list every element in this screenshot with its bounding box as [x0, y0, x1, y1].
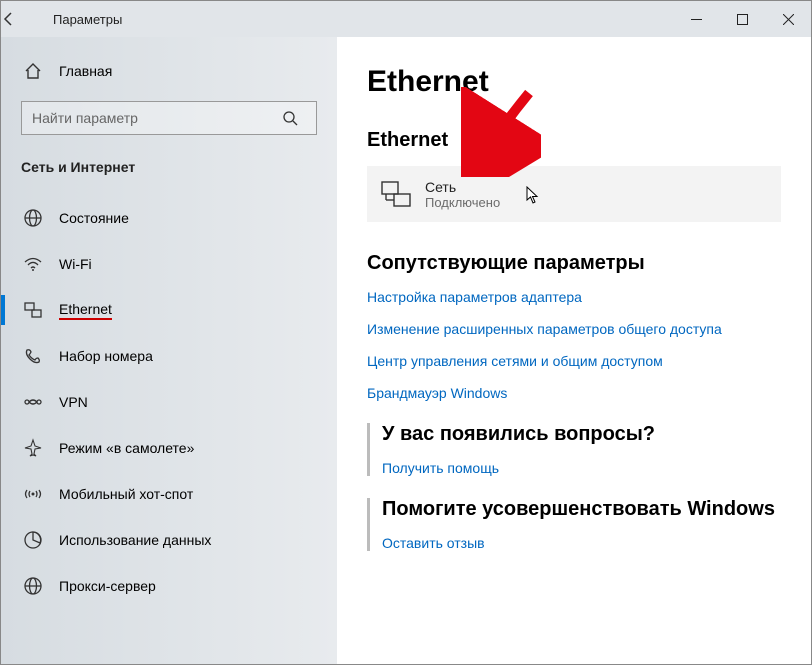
sidebar-item-ethernet[interactable]: Ethernet [1, 287, 337, 333]
section-title: Ethernet [367, 129, 781, 152]
help-heading: У вас появились вопросы? [382, 423, 781, 446]
sidebar-item-label: Использование данных [59, 532, 211, 548]
sidebar-item-label: Режим «в самолете» [59, 440, 194, 456]
search-box[interactable] [21, 101, 317, 135]
dialup-icon [21, 344, 45, 368]
connection-card[interactable]: Сеть Подключено [367, 166, 781, 222]
sidebar-item-datausage[interactable]: Использование данных [1, 517, 337, 563]
link-firewall[interactable]: Брандмауэр Windows [367, 385, 781, 401]
link-feedback[interactable]: Оставить отзыв [382, 535, 781, 551]
sidebar-item-label: Wi-Fi [59, 256, 92, 272]
link-network-center[interactable]: Центр управления сетями и общим доступом [367, 353, 781, 369]
minimize-button[interactable] [673, 1, 719, 37]
sidebar-item-label: VPN [59, 394, 88, 410]
sidebar-item-proxy[interactable]: Прокси-сервер [1, 563, 337, 609]
link-get-help[interactable]: Получить помощь [382, 460, 781, 476]
ethernet-icon [21, 298, 45, 322]
related-heading: Сопутствующие параметры [367, 252, 781, 275]
nav-list: Состояние Wi-Fi Ethernet Набор номера VP… [1, 195, 337, 609]
sidebar-item-airplane[interactable]: Режим «в самолете» [1, 425, 337, 471]
sidebar-item-dialup[interactable]: Набор номера [1, 333, 337, 379]
proxy-icon [21, 574, 45, 598]
ethernet-icon [381, 181, 411, 207]
feedback-section: Помогите усовершенствовать Windows Остав… [367, 498, 781, 551]
maximize-button[interactable] [719, 1, 765, 37]
wifi-icon [21, 252, 45, 276]
sidebar-item-status[interactable]: Состояние [1, 195, 337, 241]
close-button[interactable] [765, 1, 811, 37]
sidebar-item-label: Мобильный хот-спот [59, 486, 193, 502]
sidebar-item-label: Ethernet [59, 301, 112, 320]
home-label: Главная [59, 63, 112, 79]
sidebar: Главная Сеть и Интернет Состояние Wi-Fi … [1, 37, 337, 664]
home-nav[interactable]: Главная [1, 53, 337, 89]
sidebar-item-label: Состояние [59, 210, 129, 226]
related-links: Настройка параметров адаптера Изменение … [367, 289, 781, 401]
search-icon [282, 110, 316, 126]
main-content: Ethernet Ethernet Сеть Подключено Сопутс… [337, 37, 811, 664]
back-button[interactable] [1, 11, 49, 27]
sidebar-item-label: Набор номера [59, 348, 153, 364]
window-controls [673, 1, 811, 37]
page-title: Ethernet [367, 65, 781, 99]
titlebar: Параметры [1, 1, 811, 37]
connection-status: Подключено [425, 195, 500, 210]
feedback-heading: Помогите усовершенствовать Windows [382, 498, 781, 521]
sidebar-item-vpn[interactable]: VPN [1, 379, 337, 425]
link-adapter[interactable]: Настройка параметров адаптера [367, 289, 781, 305]
sidebar-item-wifi[interactable]: Wi-Fi [1, 241, 337, 287]
vpn-icon [21, 390, 45, 414]
search-input[interactable] [22, 110, 282, 126]
sidebar-item-label: Прокси-сервер [59, 578, 156, 594]
datausage-icon [21, 528, 45, 552]
help-section: У вас появились вопросы? Получить помощь [367, 423, 781, 476]
connection-name: Сеть [425, 179, 500, 195]
globe-icon [21, 206, 45, 230]
airplane-icon [21, 436, 45, 460]
home-icon [21, 59, 45, 83]
hotspot-icon [21, 482, 45, 506]
window-title: Параметры [49, 12, 673, 27]
link-sharing[interactable]: Изменение расширенных параметров общего … [367, 321, 781, 337]
nav-group-title: Сеть и Интернет [1, 155, 337, 195]
sidebar-item-hotspot[interactable]: Мобильный хот-спот [1, 471, 337, 517]
